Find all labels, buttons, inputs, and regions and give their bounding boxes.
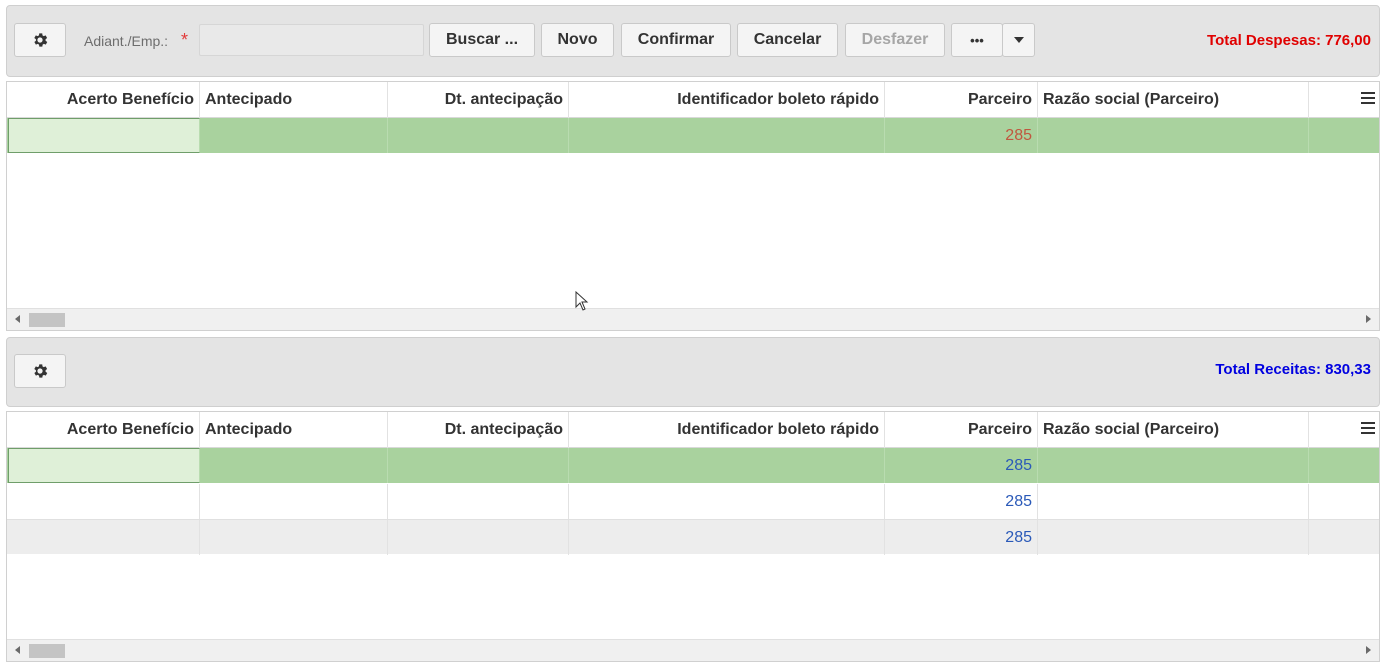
cell-razao-social[interactable] bbox=[1038, 448, 1309, 483]
novo-button[interactable]: Novo bbox=[541, 23, 614, 57]
gear-icon bbox=[34, 364, 48, 378]
cell-acerto-beneficio[interactable] bbox=[8, 448, 200, 483]
required-mark: * bbox=[181, 30, 189, 50]
more-actions-button[interactable]: ••• bbox=[951, 23, 1003, 57]
cell-acerto-beneficio[interactable] bbox=[8, 118, 200, 153]
revenues-grid: Acerto Benefício Antecipado Dt. antecipa… bbox=[6, 411, 1380, 662]
grid-header: Acerto Benefício Antecipado Dt. antecipa… bbox=[7, 412, 1379, 448]
desfazer-button[interactable]: Desfazer bbox=[845, 23, 945, 57]
cell-parceiro[interactable]: 285 bbox=[885, 448, 1038, 483]
buscar-button[interactable]: Buscar ... bbox=[429, 23, 535, 57]
total-despesas: Total Despesas: 776,00 bbox=[1207, 32, 1371, 49]
col-parceiro[interactable]: Parceiro bbox=[885, 412, 1038, 448]
cell-dt-antecipacao[interactable] bbox=[388, 118, 569, 153]
cancelar-button[interactable]: Cancelar bbox=[737, 23, 838, 57]
cell-antecipado[interactable] bbox=[200, 448, 388, 483]
cell-antecipado[interactable] bbox=[200, 484, 388, 519]
cell-parceiro[interactable]: 285 bbox=[885, 520, 1038, 555]
grid-header: Acerto Benefício Antecipado Dt. antecipa… bbox=[7, 82, 1379, 118]
adiant-emp-input[interactable] bbox=[199, 24, 424, 56]
scroll-thumb[interactable] bbox=[29, 313, 65, 327]
settings-button[interactable] bbox=[14, 23, 66, 57]
expenses-grid: Acerto Benefício Antecipado Dt. antecipa… bbox=[6, 81, 1380, 331]
col-acerto-beneficio[interactable]: Acerto Benefício bbox=[7, 82, 200, 118]
expenses-toolbar: Adiant./Emp.: * Buscar ... Novo Confirma… bbox=[6, 5, 1380, 77]
chevron-down-icon bbox=[1013, 37, 1024, 43]
cell-parceiro[interactable]: 285 bbox=[885, 484, 1038, 519]
col-antecipado[interactable]: Antecipado bbox=[200, 82, 388, 118]
cell-identificador-boleto[interactable] bbox=[569, 520, 885, 555]
column-menu-icon[interactable] bbox=[1361, 92, 1375, 106]
confirmar-button[interactable]: Confirmar bbox=[621, 23, 731, 57]
cell-razao-social[interactable] bbox=[1038, 118, 1309, 153]
table-row[interactable]: 285 bbox=[7, 519, 1379, 555]
col-acerto-beneficio[interactable]: Acerto Benefício bbox=[7, 412, 200, 448]
table-row[interactable]: 285 bbox=[7, 484, 1379, 519]
gear-icon bbox=[34, 33, 48, 47]
dropdown-button[interactable] bbox=[1002, 23, 1035, 57]
col-antecipado[interactable]: Antecipado bbox=[200, 412, 388, 448]
cell-identificador-boleto[interactable] bbox=[569, 448, 885, 483]
scroll-right-icon[interactable] bbox=[1366, 646, 1371, 654]
col-identificador-boleto[interactable]: Identificador boleto rápido bbox=[569, 82, 885, 118]
scroll-left-icon[interactable] bbox=[15, 315, 20, 323]
cell-acerto-beneficio[interactable] bbox=[7, 520, 200, 555]
scroll-thumb[interactable] bbox=[29, 644, 65, 658]
cell-dt-antecipacao[interactable] bbox=[388, 448, 569, 483]
col-dt-antecipacao[interactable]: Dt. antecipação bbox=[388, 82, 569, 118]
col-identificador-boleto[interactable]: Identificador boleto rápido bbox=[569, 412, 885, 448]
col-dt-antecipacao[interactable]: Dt. antecipação bbox=[388, 412, 569, 448]
col-parceiro[interactable]: Parceiro bbox=[885, 82, 1038, 118]
cell-dt-antecipacao[interactable] bbox=[388, 520, 569, 555]
cell-identificador-boleto[interactable] bbox=[569, 118, 885, 153]
table-row[interactable]: 285 bbox=[7, 118, 1379, 153]
cell-antecipado[interactable] bbox=[200, 520, 388, 555]
col-razao-social[interactable]: Razão social (Parceiro) bbox=[1038, 82, 1309, 118]
settings-button[interactable] bbox=[14, 354, 66, 388]
mouse-cursor-icon bbox=[575, 291, 589, 311]
cell-acerto-beneficio[interactable] bbox=[7, 484, 200, 519]
cell-antecipado[interactable] bbox=[200, 118, 388, 153]
scroll-right-icon[interactable] bbox=[1366, 315, 1371, 323]
col-razao-social[interactable]: Razão social (Parceiro) bbox=[1038, 412, 1309, 448]
adiant-emp-label: Adiant./Emp.: bbox=[84, 33, 169, 49]
horizontal-scrollbar[interactable] bbox=[7, 308, 1379, 330]
table-row[interactable]: 285 bbox=[7, 448, 1379, 483]
cell-dt-antecipacao[interactable] bbox=[388, 484, 569, 519]
revenues-toolbar: Total Receitas: 830,33 bbox=[6, 337, 1380, 407]
cell-razao-social[interactable] bbox=[1038, 484, 1309, 519]
scroll-left-icon[interactable] bbox=[15, 646, 20, 654]
column-menu-icon[interactable] bbox=[1361, 422, 1375, 436]
cell-razao-social[interactable] bbox=[1038, 520, 1309, 555]
cell-identificador-boleto[interactable] bbox=[569, 484, 885, 519]
horizontal-scrollbar[interactable] bbox=[7, 639, 1379, 661]
cell-parceiro[interactable]: 285 bbox=[885, 118, 1038, 153]
total-receitas: Total Receitas: 830,33 bbox=[1215, 361, 1371, 378]
